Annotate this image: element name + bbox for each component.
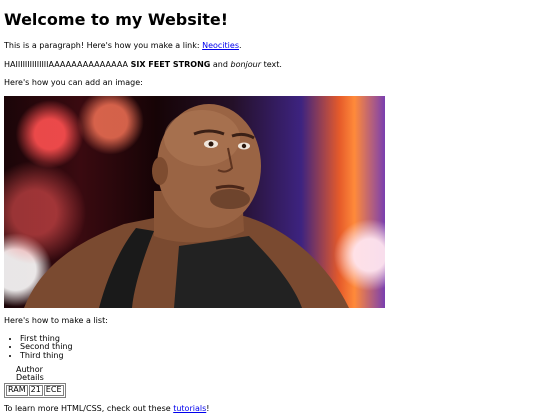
table-row: RAM 21 ECE — [6, 384, 64, 396]
data-table: RAM 21 ECE — [4, 382, 66, 398]
author-label: Author — [16, 364, 43, 374]
wrestler-photo — [4, 96, 385, 309]
styles-paragraph: HAIIIIIIIIIIIIIIAAAAAAAAAAAAAA SIX FEET … — [4, 59, 282, 69]
neocities-link[interactable]: Neocities — [202, 41, 239, 50]
thing-list: First thing Second thing Third thing — [4, 334, 536, 360]
list-item: First thing — [20, 334, 536, 343]
author-details: Author Details — [16, 364, 536, 383]
outro-paragraph: To learn more HTML/CSS, check out these … — [4, 403, 210, 413]
table-cell: ECE — [43, 384, 64, 396]
bold-text: SIX FEET STRONG — [130, 59, 211, 69]
table-cell: 21 — [28, 384, 43, 396]
italic-text: bonjour — [230, 59, 262, 69]
list-item: Second thing — [20, 342, 536, 351]
list-caption: Here's how to make a list: — [4, 316, 108, 326]
intro-paragraph: This is a paragraph! Here's how you make… — [4, 41, 242, 51]
details-label: Details — [16, 373, 44, 383]
table-cell: RAM — [6, 384, 28, 396]
page-title: Welcome to my Website! — [4, 10, 229, 29]
list-item: Third thing — [20, 351, 536, 360]
image-caption: Here's how you can add an image: — [4, 77, 143, 87]
